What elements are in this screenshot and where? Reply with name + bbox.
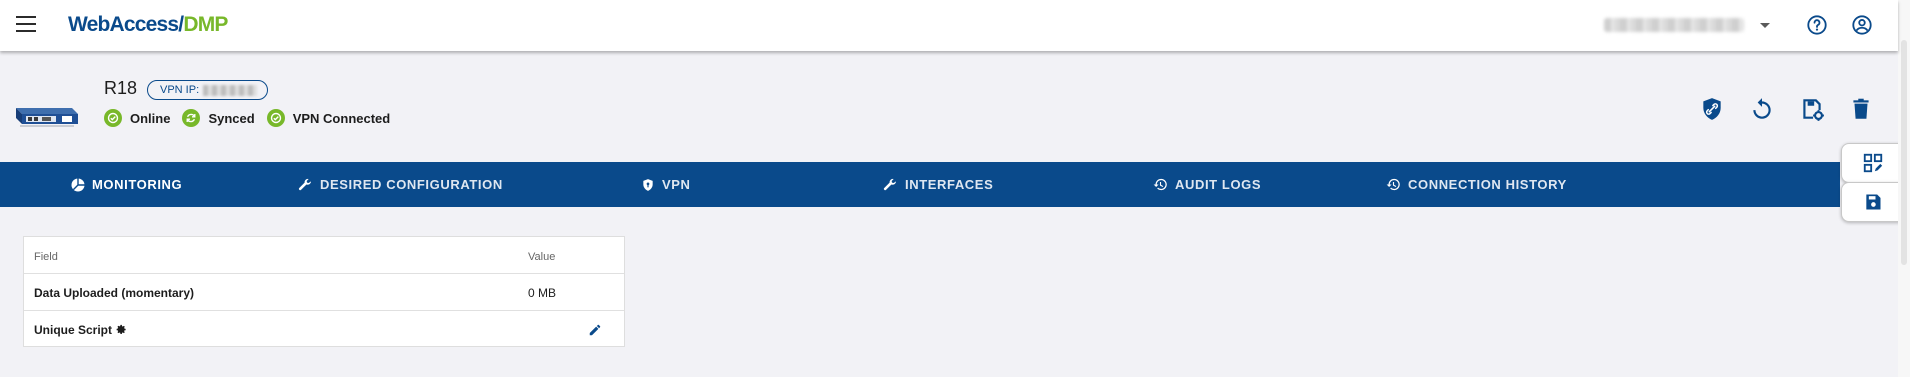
shield-icon	[643, 178, 653, 191]
field-text: Unique Script	[34, 323, 113, 337]
vpn-ip-label: VPN IP:	[160, 84, 200, 96]
field-cell: Data Uploaded (momentary)	[34, 286, 195, 300]
app-logo[interactable]: WebAccess/DMP	[68, 13, 228, 37]
tab-audit-logs[interactable]: AUDIT LOGS	[1153, 162, 1261, 207]
restart-icon[interactable]	[1749, 96, 1775, 122]
value-column-header: Value	[528, 251, 556, 263]
page-scrollbar[interactable]	[1898, 0, 1910, 377]
logo-primary-text: WebAccess/	[68, 13, 184, 36]
tab-interfaces[interactable]: INTERFACES	[882, 162, 993, 207]
top-bar: WebAccess/DMP	[0, 0, 1898, 51]
history-icon	[1153, 178, 1167, 191]
scrollbar-thumb[interactable]	[1901, 40, 1907, 265]
wrench-icon	[883, 178, 897, 190]
vpn-ip-redacted	[203, 84, 258, 96]
tab-vpn[interactable]: VPN	[641, 162, 691, 207]
sync-icon	[182, 109, 201, 127]
status-online: Online	[104, 109, 170, 127]
hamburger-menu-icon[interactable]	[16, 16, 36, 32]
status-row: Online Synced VPN Connected	[104, 109, 402, 127]
tab-label: MONITORING	[92, 177, 183, 192]
help-circle-icon[interactable]	[1806, 14, 1828, 36]
router-device-image	[16, 108, 78, 127]
tab-label: VPN	[662, 177, 691, 192]
value-cell: 0 MB	[528, 286, 557, 300]
monitoring-pie-icon	[71, 178, 85, 191]
field-cell: Unique Script	[34, 323, 127, 337]
status-label: Online	[130, 110, 171, 126]
vpn-ip-badge[interactable]: VPN IP:	[147, 80, 269, 100]
tab-label: DESIRED CONFIGURATION	[320, 177, 503, 192]
save-settings-icon[interactable]	[1799, 96, 1825, 122]
table-row: Unique Script	[24, 311, 624, 347]
tab-connection-history[interactable]: CONNECTION HISTORY	[1386, 162, 1567, 207]
tab-desired-configuration[interactable]: DESIRED CONFIGURATION	[297, 162, 503, 207]
save-icon	[1866, 194, 1881, 210]
monitoring-table: Field Value Data Uploaded (momentary) 0 …	[23, 236, 625, 347]
check-circle-icon	[266, 109, 285, 127]
tab-label: AUDIT LOGS	[1175, 177, 1262, 192]
status-synced: Synced	[182, 109, 255, 127]
tab-label: CONNECTION HISTORY	[1408, 177, 1567, 192]
status-label: Synced	[208, 110, 255, 126]
tab-monitoring[interactable]: MONITORING	[71, 162, 182, 207]
table-header-row: Field Value	[24, 237, 624, 274]
save-side-button[interactable]	[1841, 182, 1905, 222]
edit-pencil-icon[interactable]	[588, 323, 602, 337]
check-circle-icon	[104, 109, 122, 127]
qr-edit-icon	[1863, 153, 1883, 173]
field-column-header: Field	[34, 251, 58, 263]
chevron-down-icon	[1760, 23, 1770, 28]
account-name-redacted	[1604, 18, 1744, 32]
account-selector[interactable]	[1604, 16, 1770, 34]
delete-icon[interactable]	[1848, 96, 1874, 122]
gear-icon	[116, 324, 126, 334]
status-vpn-connected: VPN Connected	[266, 109, 391, 127]
table-row: Data Uploaded (momentary) 0 MB	[24, 274, 624, 311]
status-label: VPN Connected	[292, 110, 391, 126]
wrench-icon	[298, 178, 312, 190]
qr-edit-side-button[interactable]	[1841, 143, 1905, 183]
tab-label: INTERFACES	[905, 177, 994, 192]
tab-bar: MONITORING DESIRED CONFIGURATION VPN INT…	[0, 162, 1840, 207]
device-header: R18 VPN IP: Online Synced VPN Connected	[0, 52, 1898, 162]
account-circle-icon[interactable]	[1851, 14, 1873, 36]
vpn-shield-icon[interactable]	[1699, 96, 1725, 122]
history-icon	[1386, 178, 1400, 191]
device-name: R18	[104, 78, 138, 98]
logo-secondary-text: DMP	[183, 13, 228, 36]
